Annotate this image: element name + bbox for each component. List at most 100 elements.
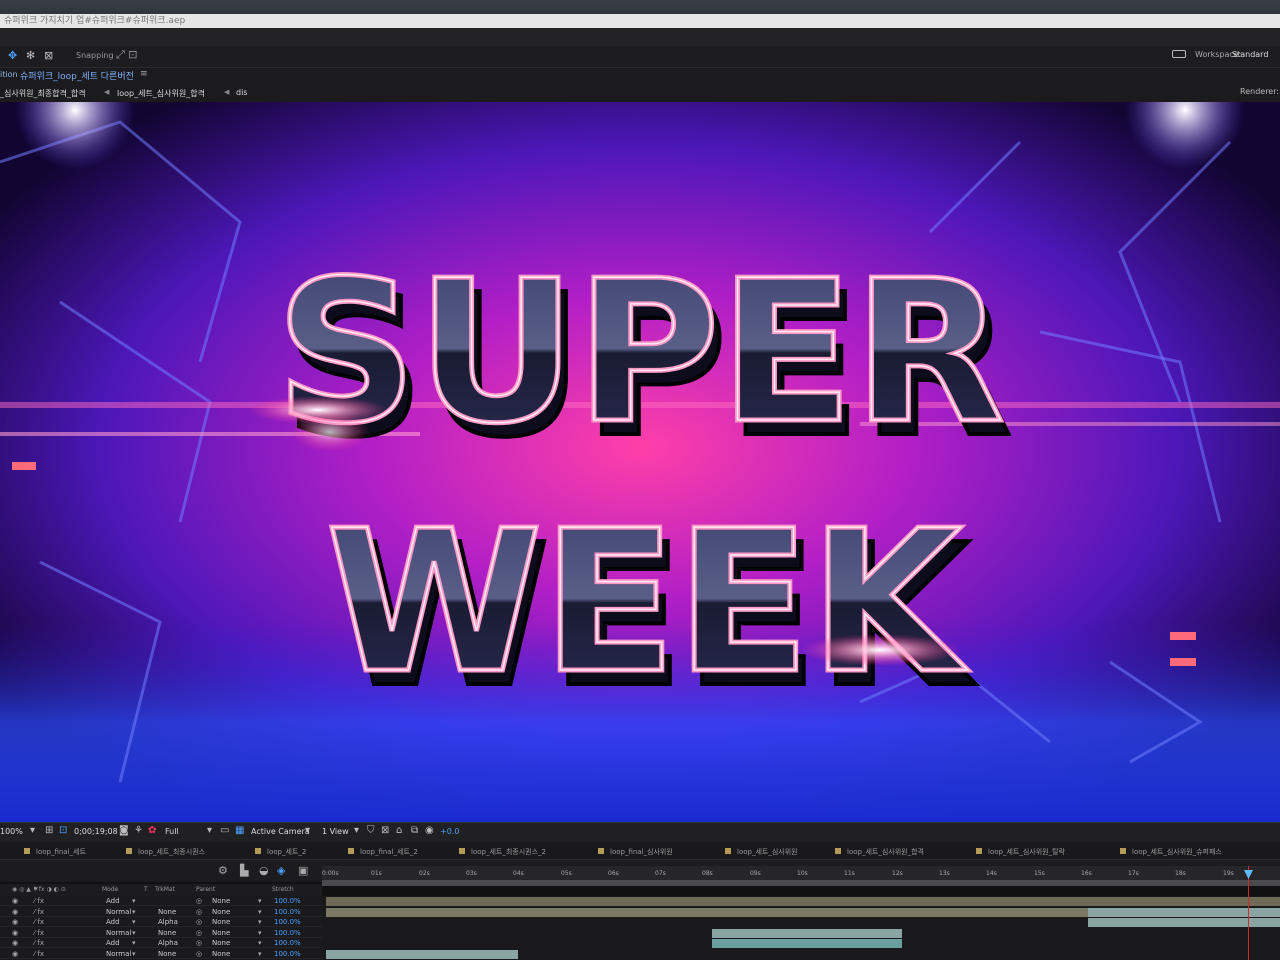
column-trkmat[interactable]: TrkMat: [155, 886, 175, 893]
exposure-value[interactable]: +0.0: [440, 827, 459, 836]
dropdown-arrow-icon[interactable]: ▾: [132, 950, 136, 958]
layer-stretch[interactable]: 100.0%: [274, 918, 301, 926]
layer-mode[interactable]: Add: [106, 939, 120, 947]
fx-icon[interactable]: ⁄ fx: [34, 950, 44, 958]
anchor-tool-icon[interactable]: ✥: [8, 49, 17, 62]
tab-composition[interactable]: loop_세트_2: [267, 847, 306, 857]
layer-duration-bar[interactable]: [1088, 907, 1280, 917]
layer-duration-bar[interactable]: [326, 950, 518, 959]
fast-preview-icon[interactable]: ⊠: [381, 825, 389, 836]
breadcrumb-item[interactable]: dis: [236, 88, 247, 97]
composition-mini-flowchart-icon[interactable]: ⚙: [218, 864, 228, 877]
layer-duration-bar[interactable]: [326, 897, 1280, 906]
reset-exposure-icon[interactable]: ◉: [425, 825, 434, 836]
dropdown-arrow-icon[interactable]: ▾: [258, 939, 262, 947]
graph-editor-icon[interactable]: ▣: [298, 864, 308, 877]
tab-composition[interactable]: loop_final_심사위원: [610, 847, 673, 857]
dropdown-arrow-icon[interactable]: ▾: [258, 918, 262, 926]
composition-viewer[interactable]: SUPER WEEK SUPER WEEK SUPER WEEK: [0, 102, 1280, 822]
dropdown-arrow-icon[interactable]: ▾: [30, 825, 35, 836]
layer-row[interactable]: ◉ ⁄ fx Normal ▾ None ◎ None ▾ 100.0%: [0, 907, 322, 917]
tab-composition[interactable]: loop_세트_최종시퀀스: [138, 847, 205, 857]
layer-mode[interactable]: Normal: [106, 908, 131, 916]
column-parent[interactable]: Parent: [196, 886, 215, 893]
layer-row[interactable]: ◉ ⁄ fx Normal ▾ None ◎ None ▾ 100.0%: [0, 949, 322, 959]
layer-parent[interactable]: None: [212, 939, 230, 947]
breadcrumb-item[interactable]: _심사위원_최종합격_합격: [0, 88, 86, 99]
tab-composition[interactable]: loop_세트_최종시퀀스_2: [471, 847, 546, 857]
show-snapshot-icon[interactable]: ⚘: [134, 825, 143, 836]
shy-layers-icon[interactable]: ◒: [259, 864, 269, 877]
eye-icon[interactable]: ◉: [12, 908, 18, 916]
column-mode[interactable]: Mode: [102, 886, 118, 893]
layer-stretch[interactable]: 100.0%: [274, 950, 301, 958]
layer-stretch[interactable]: 100.0%: [274, 908, 301, 916]
eye-icon[interactable]: ◉: [12, 918, 18, 926]
region-of-interest-icon[interactable]: ▭: [220, 825, 229, 836]
flowchart-icon[interactable]: ⧉: [411, 825, 418, 836]
panel-menu-icon[interactable]: ≡: [140, 69, 148, 79]
column-stretch[interactable]: Stretch: [272, 886, 294, 893]
layer-trkmat[interactable]: None: [158, 950, 176, 958]
dropdown-arrow-icon[interactable]: ▾: [132, 929, 136, 937]
parent-pickwhip-icon[interactable]: ◎: [196, 939, 202, 947]
layer-row[interactable]: ◉ ⁄ fx Add ▾ ◎ None ▾ 100.0%: [0, 896, 322, 906]
layer-row[interactable]: ◉ ⁄ fx Add ▾ Alpha ◎ None ▾ 100.0%: [0, 938, 322, 949]
toggle-pixel-aspect-icon[interactable]: ⛉: [367, 825, 375, 836]
workspace-icon[interactable]: [1172, 50, 1186, 58]
tab-composition[interactable]: loop_final_세트: [36, 847, 86, 857]
layer-mode[interactable]: Add: [106, 918, 120, 926]
dropdown-arrow-icon[interactable]: ▾: [132, 897, 136, 905]
fx-icon[interactable]: ⁄ fx: [34, 939, 44, 947]
safe-area-icon[interactable]: ⊞: [45, 825, 53, 836]
layer-duration-bar[interactable]: [712, 928, 902, 938]
layer-trkmat[interactable]: Alpha: [158, 939, 178, 947]
eye-icon[interactable]: ◉: [12, 950, 18, 958]
parent-pickwhip-icon[interactable]: ◎: [196, 918, 202, 926]
breadcrumb-item[interactable]: loop_세트_심사위원_합격: [117, 88, 205, 99]
parent-pickwhip-icon[interactable]: ◎: [196, 897, 202, 905]
dropdown-arrow-icon[interactable]: ▾: [305, 825, 310, 836]
transparency-grid-icon[interactable]: ▦: [235, 825, 244, 836]
layer-trkmat[interactable]: Alpha: [158, 918, 178, 926]
dropdown-arrow-icon[interactable]: ▾: [354, 825, 359, 836]
current-timecode[interactable]: 0;00;19;08: [74, 827, 118, 836]
snapping-label[interactable]: Snapping: [76, 51, 114, 60]
grid-toggle-icon[interactable]: ⊡: [59, 825, 67, 836]
fx-icon[interactable]: ⁄ fx: [34, 908, 44, 916]
dropdown-arrow-icon[interactable]: ▾: [258, 908, 262, 916]
layer-trkmat[interactable]: None: [158, 929, 176, 937]
dropdown-arrow-icon[interactable]: ▾: [258, 929, 262, 937]
tab-composition[interactable]: loop_세트_심사위원: [737, 847, 798, 857]
dropdown-arrow-icon[interactable]: ▾: [132, 908, 136, 916]
draft-3d-icon[interactable]: ▙: [240, 864, 248, 877]
layer-duration-bar[interactable]: [712, 939, 902, 949]
layer-mode[interactable]: Add: [106, 897, 120, 905]
fx-icon[interactable]: ⁄ fx: [34, 897, 44, 905]
layer-parent[interactable]: None: [212, 950, 230, 958]
frame-blending-icon[interactable]: ◈: [277, 864, 285, 877]
tab-composition[interactable]: loop_final_세트_2: [360, 847, 418, 857]
layer-stretch[interactable]: 100.0%: [274, 929, 301, 937]
layer-duration-bar[interactable]: [1088, 918, 1280, 928]
layer-row[interactable]: ◉ ⁄ fx Normal ▾ None ◎ None ▾ 100.0%: [0, 928, 322, 938]
layer-stretch[interactable]: 100.0%: [274, 939, 301, 947]
current-time-indicator[interactable]: [1248, 866, 1249, 960]
layer-trkmat[interactable]: None: [158, 908, 176, 916]
zoom-select[interactable]: 100%: [0, 827, 23, 836]
tab-composition[interactable]: loop_세트_심사위원_슈퍼패스: [1132, 847, 1222, 857]
layer-parent[interactable]: None: [212, 908, 230, 916]
dropdown-arrow-icon[interactable]: ▾: [207, 825, 212, 836]
workspace-select[interactable]: Standard: [1232, 50, 1268, 59]
roto-tool-icon[interactable]: ⊠: [44, 49, 53, 62]
layer-parent[interactable]: None: [212, 929, 230, 937]
tab-composition[interactable]: loop_세트_심사위원_합격: [847, 847, 924, 857]
dropdown-arrow-icon[interactable]: ▾: [258, 897, 262, 905]
parent-pickwhip-icon[interactable]: ◎: [196, 950, 202, 958]
timeline-icon[interactable]: ⌂: [396, 825, 402, 836]
parent-pickwhip-icon[interactable]: ◎: [196, 929, 202, 937]
work-area-bar[interactable]: [322, 880, 1280, 886]
puppet-tool-icon[interactable]: ✻: [26, 49, 35, 62]
parent-pickwhip-icon[interactable]: ◎: [196, 908, 202, 916]
fx-icon[interactable]: ⁄ fx: [34, 918, 44, 926]
